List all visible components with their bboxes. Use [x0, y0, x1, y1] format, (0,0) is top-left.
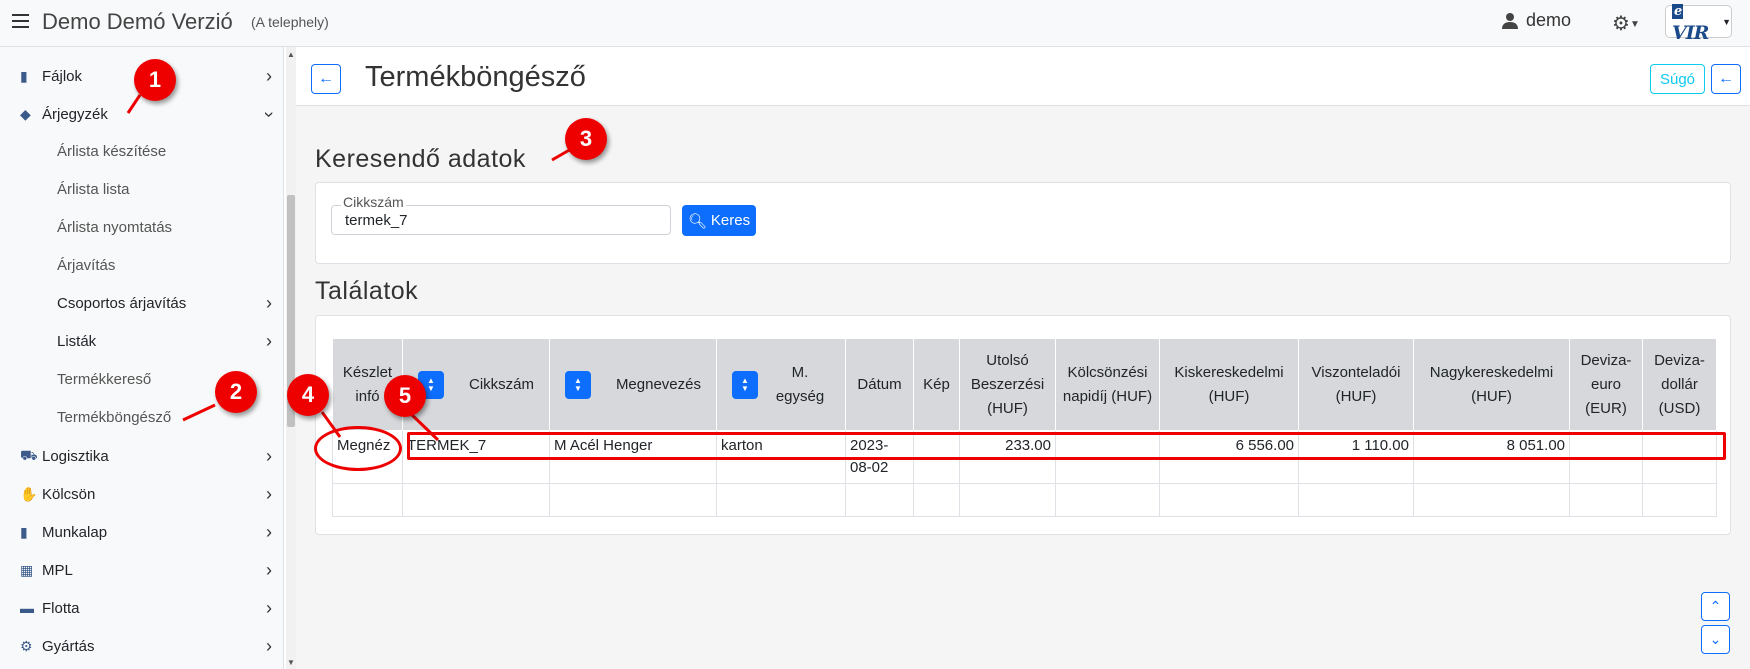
sidebar-sub-arlista-lista[interactable]: Árlista lista: [57, 177, 272, 201]
sidebar-sub-arjavitas[interactable]: Árjavítás: [57, 253, 272, 277]
username: demo: [1526, 10, 1572, 30]
col-utolso-beszerzesi: Utolsó Beszerzési (HUF): [959, 338, 1056, 431]
sidebar: ▮ Fájlok › ◆ Árjegyzék › Árlista készítése Á…: [0, 47, 284, 669]
col-cikkszam[interactable]: ▲ ▼ Cikkszám: [402, 338, 550, 431]
col-deviza-euro: Deviza-euro (EUR): [1569, 338, 1643, 431]
chevron-right-icon: ›: [266, 65, 272, 86]
hamburger-menu-icon[interactable]: [12, 14, 29, 28]
arrow-left-icon: ←: [1718, 70, 1734, 87]
scroll-top-button[interactable]: ⌃: [1701, 592, 1730, 621]
settings-menu[interactable]: ⚙▼: [1612, 11, 1640, 36]
sidebar-item-arjegyzek[interactable]: ◆ Árjegyzék ›: [20, 100, 280, 128]
annotation-info-circle: [314, 426, 402, 471]
vir-logo: eVIR: [1672, 3, 1709, 44]
tags-icon: ◆: [20, 105, 31, 122]
main-content: ← Termékböngésző Súgó ← Keresendő adatok…: [296, 47, 1750, 669]
cogs-icon: ⚙: [20, 637, 33, 654]
scroll-bottom-button[interactable]: ⌄: [1701, 625, 1730, 654]
col-viszonteladoi: Viszonteladói (HUF): [1298, 338, 1414, 431]
chevron-up-icon: ⌃: [1709, 598, 1722, 614]
annotation-badge-1: 1: [134, 59, 176, 101]
chevron-right-icon: ›: [266, 483, 272, 504]
chevron-right-icon: ›: [266, 292, 272, 313]
sort-icon[interactable]: ▲ ▼: [732, 370, 758, 399]
sku-field-label: Cikkszám: [341, 194, 406, 210]
logo-menu[interactable]: eVIR ▼: [1665, 3, 1732, 44]
caret-down-icon: ▼: [1629, 19, 1640, 30]
results-section-title: Találatok: [315, 277, 419, 305]
chevron-right-icon: ›: [266, 521, 272, 542]
col-kep: Kép: [913, 338, 960, 431]
sidebar-sub-listak[interactable]: Listák ›: [57, 329, 272, 353]
chevron-right-icon: ›: [266, 597, 272, 618]
sidebar-item-logisztika[interactable]: ⛟ Logisztika ›: [20, 442, 272, 470]
sidebar-item-gyartas[interactable]: ⚙ Gyártás ›: [20, 632, 272, 660]
back-button-right[interactable]: ←: [1711, 64, 1741, 94]
col-datum: Dátum: [845, 338, 914, 431]
sidebar-sub-csoportos-arjavitas[interactable]: Csoportos árjavítás ›: [57, 291, 272, 315]
sidebar-item-mpl[interactable]: ▦ MPL ›: [20, 556, 272, 584]
user-icon: [1502, 13, 1518, 29]
results-card: Készlet infó ▲ ▼ Cikkszám ▲ ▼ Megnevezés ▲ ▼ M…: [315, 315, 1731, 535]
chevron-right-icon: ›: [266, 445, 272, 466]
chevron-right-icon: ›: [266, 635, 272, 656]
arrow-left-icon: ←: [318, 70, 334, 87]
document-icon: ▮: [20, 523, 28, 540]
sidebar-item-flotta[interactable]: ▬ Flotta ›: [20, 594, 272, 622]
annotation-row-highlight: [407, 432, 1726, 460]
user-menu[interactable]: demo: [1502, 10, 1571, 31]
app-title: Demo Demó Verzió: [42, 9, 233, 34]
help-button[interactable]: Súgó: [1650, 64, 1705, 94]
sort-icon[interactable]: ▲ ▼: [565, 370, 591, 399]
app-subtitle: (A telephely): [251, 14, 329, 30]
col-megnevezes[interactable]: ▲ ▼ Megnevezés: [549, 338, 717, 431]
annotation-badge-4: 4: [287, 374, 329, 416]
search-card: Cikkszám 🔍︎Keres: [315, 182, 1731, 264]
scroll-down-arrow-icon[interactable]: ▼: [287, 658, 295, 667]
sidebar-sub-arlista-nyomtatas[interactable]: Árlista nyomtatás: [57, 215, 272, 239]
gear-icon: ⚙: [1612, 13, 1630, 35]
top-navbar: Demo Demó Verzió (A telephely) demo ⚙▼ e…: [0, 0, 1750, 47]
col-kolcsonzesi-napidij: Kölcsönzési napidíj (HUF): [1055, 338, 1160, 431]
car-icon: ▬: [20, 600, 34, 616]
search-button[interactable]: 🔍︎ Keres: [682, 205, 756, 236]
file-icon: ▮: [20, 67, 28, 84]
table-header-row: Készlet infó ▲ ▼ Cikkszám ▲ ▼ Megnevezés ▲ ▼ M…: [332, 338, 1717, 431]
col-deviza-dollar: Deviza-dollár (USD): [1642, 338, 1717, 431]
sidebar-item-munkalap[interactable]: ▮ Munkalap ›: [20, 518, 272, 546]
page-title: Termékböngésző: [365, 61, 586, 93]
search-section-title: Keresendő adatok: [315, 145, 526, 173]
chevron-down-icon: ›: [259, 111, 280, 117]
back-button[interactable]: ←: [311, 64, 341, 94]
search-icon: 🔍︎: [687, 212, 707, 230]
chevron-down-icon: ⌄: [1709, 631, 1722, 647]
scroll-up-arrow-icon[interactable]: ▲: [287, 50, 295, 59]
annotation-badge-2: 2: [215, 371, 257, 413]
chevron-right-icon: ›: [266, 330, 272, 351]
dolly-icon: ⛟: [20, 446, 38, 463]
col-nagykereskedelmi: Nagykereskedelmi (HUF): [1413, 338, 1570, 431]
col-kiskereskedelmi: Kiskereskedelmi (HUF): [1159, 338, 1299, 431]
sidebar-item-kolcson[interactable]: ✋ Kölcsön ›: [20, 480, 272, 508]
table-row-empty: [332, 483, 1717, 517]
page-header: ← Termékböngésző Súgó ←: [296, 47, 1750, 106]
pallet-icon: ▦: [20, 561, 34, 578]
hand-icon: ✋: [20, 485, 38, 502]
annotation-badge-5: 5: [384, 375, 426, 417]
chevron-right-icon: ›: [266, 559, 272, 580]
col-m-egyseg[interactable]: ▲ ▼ M. egység: [716, 338, 846, 431]
annotation-badge-3: 3: [565, 118, 607, 160]
caret-down-icon: ▼: [1722, 16, 1731, 27]
results-table: Készlet infó ▲ ▼ Cikkszám ▲ ▼ Megnevezés ▲ ▼ M…: [332, 338, 1717, 517]
sidebar-sub-arlista-keszitese[interactable]: Árlista készítése: [57, 139, 272, 163]
